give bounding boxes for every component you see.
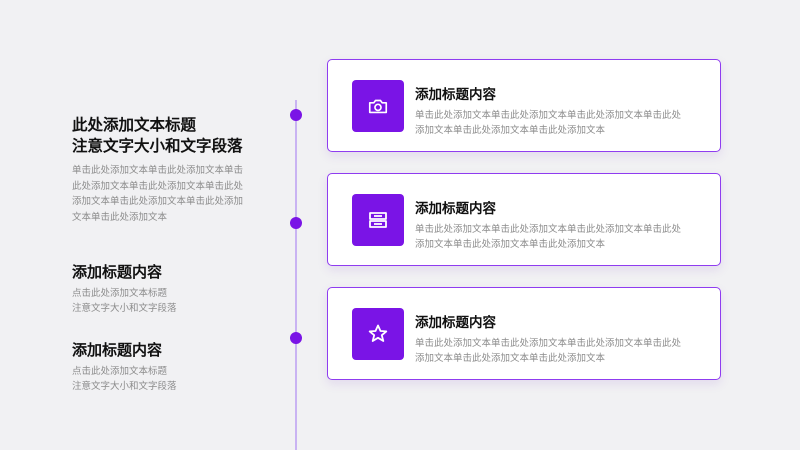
section-1-text-line: 注意文字大小和文字段落: [72, 303, 177, 314]
card-2-text-line: 单击此处添加文本单击此处添加文本单击此处添加文本单击此处: [415, 224, 682, 235]
card-3-title: 添加标题内容: [415, 315, 496, 331]
card-2-text-line: 添加文本单击此处添加文本单击此处添加文本: [415, 239, 606, 250]
section-2-title: 添加标题内容: [72, 341, 163, 359]
card-2-text: 单击此处添加文本单击此处添加文本单击此处添加文本单击此处 添加文本单击此处添加文…: [415, 222, 705, 252]
section-2-text: 点击此处添加文本标题 注意文字大小和文字段落: [72, 364, 272, 394]
main-heading-line-1: 此处添加文本标题: [72, 116, 197, 134]
camera-icon: [352, 80, 404, 132]
main-paragraph-line: 文本单击此处添加文本: [72, 211, 168, 223]
section-2-text-line: 注意文字大小和文字段落: [72, 381, 177, 392]
timeline-dot-1: [290, 109, 302, 121]
card-3-text: 单击此处添加文本单击此处添加文本单击此处添加文本单击此处 添加文本单击此处添加文…: [415, 336, 705, 366]
main-paragraph-line: 添加文本单击此处添加文本单击此处添加: [72, 196, 244, 207]
timeline-line: [295, 100, 297, 450]
section-1-text: 点击此处添加文本标题 注意文字大小和文字段落: [72, 286, 272, 316]
card-2: 添加标题内容 单击此处添加文本单击此处添加文本单击此处添加文本单击此处 添加文本…: [327, 173, 721, 266]
main-heading-line-2: 注意文字大小和文字段落: [72, 137, 243, 155]
section-1-text-line: 点击此处添加文本标题: [72, 288, 168, 299]
section-2-text-line: 点击此处添加文本标题: [72, 366, 168, 377]
card-3-text-line: 添加文本单击此处添加文本单击此处添加文本: [415, 353, 606, 364]
main-paragraph-line: 此处添加文本单击此处添加文本单击此处: [72, 180, 244, 192]
section-1-title: 添加标题内容: [72, 263, 163, 281]
card-3: 添加标题内容 单击此处添加文本单击此处添加文本单击此处添加文本单击此处 添加文本…: [327, 287, 721, 380]
ticket-icon: [352, 194, 404, 246]
card-1-title: 添加标题内容: [415, 87, 496, 103]
timeline-dot-3: [290, 332, 302, 344]
main-paragraph-line: 单击此处添加文本单击此处添加文本单击: [72, 165, 244, 176]
timeline-dot-2: [290, 217, 302, 229]
main-heading: 此处添加文本标题 注意文字大小和文字段落: [72, 115, 292, 157]
star-icon: [352, 308, 404, 360]
card-1-text-line: 单击此处添加文本单击此处添加文本单击此处添加文本单击此处: [415, 110, 682, 121]
card-1: 添加标题内容 单击此处添加文本单击此处添加文本单击此处添加文本单击此处 添加文本…: [327, 59, 721, 152]
card-2-title: 添加标题内容: [415, 201, 496, 217]
card-1-text: 单击此处添加文本单击此处添加文本单击此处添加文本单击此处 添加文本单击此处添加文…: [415, 108, 705, 138]
main-paragraph: 单击此处添加文本单击此处添加文本单击 此处添加文本单击此处添加文本单击此处 添加…: [72, 163, 258, 225]
card-1-text-line: 添加文本单击此处添加文本单击此处添加文本: [415, 125, 606, 136]
card-3-text-line: 单击此处添加文本单击此处添加文本单击此处添加文本单击此处: [415, 338, 682, 349]
